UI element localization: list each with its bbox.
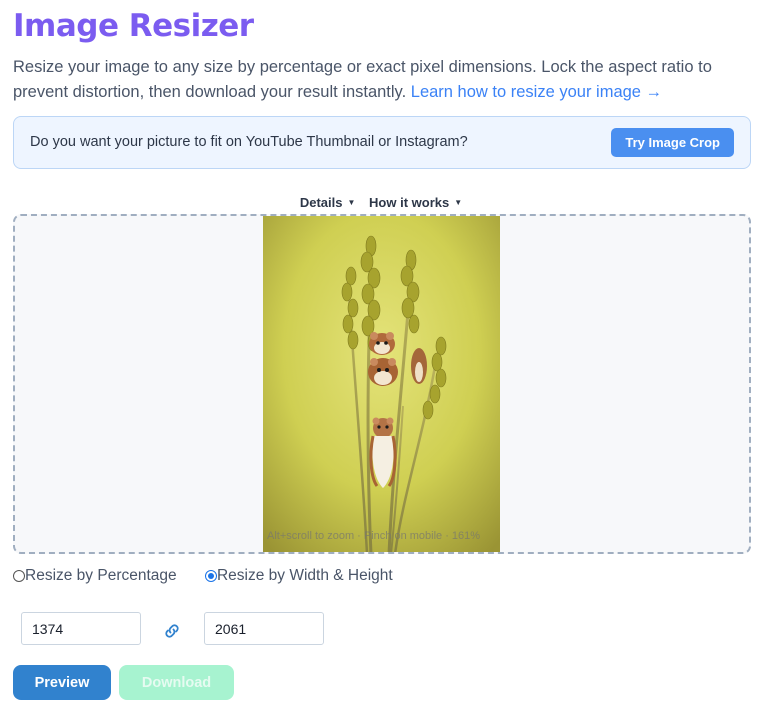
preview-image bbox=[263, 216, 500, 552]
radio-label: Resize by Width & Height bbox=[216, 567, 393, 584]
radio-label: Resize by Percentage bbox=[25, 567, 177, 584]
height-input[interactable] bbox=[204, 612, 324, 645]
tab-details-label: Details bbox=[299, 195, 343, 210]
radio-resize-percentage[interactable]: Resize by Percentage bbox=[13, 567, 177, 585]
info-tabs: Details ▼ How it works ▼ bbox=[0, 195, 762, 210]
promo-text: Do you want your picture to fit on YouTu… bbox=[30, 134, 468, 150]
download-button[interactable]: Download bbox=[119, 665, 234, 700]
page-description: Resize your image to any size by percent… bbox=[13, 55, 753, 104]
try-image-crop-button[interactable]: Try Image Crop bbox=[611, 128, 734, 157]
tab-details[interactable]: Details ▼ bbox=[300, 195, 356, 210]
tab-how-it-works[interactable]: How it works ▼ bbox=[369, 195, 462, 210]
radio-resize-width-height[interactable]: Resize by Width & Height bbox=[204, 567, 393, 585]
width-input[interactable] bbox=[21, 612, 141, 645]
resize-mode-group: Resize by Percentage Resize by Width & H… bbox=[13, 567, 393, 587]
tab-how-it-works-label: How it works bbox=[369, 195, 450, 210]
caret-down-icon: ▼ bbox=[347, 198, 356, 207]
preview-button[interactable]: Preview bbox=[13, 665, 111, 700]
zoom-hint: Alt+scroll to zoom · Pinch on mobile · 1… bbox=[267, 530, 481, 542]
learn-how-link[interactable]: Learn how to resize your image → bbox=[411, 83, 662, 101]
link-chain-icon[interactable] bbox=[162, 621, 182, 641]
radio-button[interactable] bbox=[13, 570, 25, 582]
radio-button-selected[interactable] bbox=[204, 570, 217, 582]
image-preview-area[interactable]: Alt+scroll to zoom · Pinch on mobile · 1… bbox=[13, 214, 751, 554]
caret-down-icon: ▼ bbox=[454, 198, 463, 207]
crop-promo-banner: Do you want your picture to fit on YouTu… bbox=[13, 116, 751, 169]
page-title: Image Resizer bbox=[13, 8, 254, 44]
